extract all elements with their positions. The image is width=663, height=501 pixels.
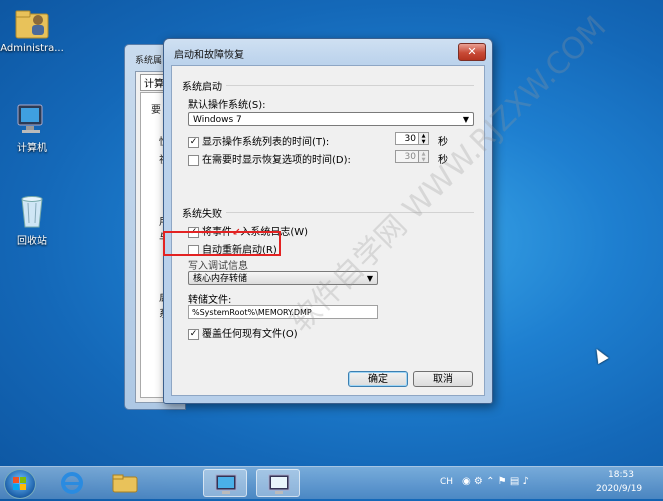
monitor-icon: [268, 474, 290, 494]
checkbox-label: 在需要时显示恢复选项的时间(D):: [202, 155, 351, 166]
mouse-cursor-icon: [591, 345, 609, 365]
spin-arrows-icon[interactable]: ▲ ▼: [419, 132, 429, 145]
settings-icon[interactable]: ⚙: [474, 476, 483, 487]
close-button[interactable]: ✕: [458, 43, 486, 61]
clock-time[interactable]: 18:53: [608, 470, 634, 480]
recycle-bin-icon: [21, 196, 43, 228]
group-title: 系统失败: [182, 205, 226, 220]
overwrite-checkbox[interactable]: ✓: [188, 328, 199, 340]
debug-info-label: 写入调试信息: [188, 261, 248, 272]
window-title: 系统属: [135, 56, 163, 66]
folder-icon: [112, 474, 138, 493]
help-icon[interactable]: ◉: [462, 476, 471, 487]
highlight-box: [163, 231, 281, 256]
checkbox-label: 显示操作系统列表的时间(T):: [202, 137, 330, 148]
chevron-down-icon: ▼: [366, 274, 373, 283]
ok-button[interactable]: 确定: [348, 371, 408, 387]
flag-icon[interactable]: ⚑: [498, 476, 507, 487]
default-os-label: 默认操作系统(S):: [188, 100, 266, 111]
show-recovery-seconds[interactable]: 30: [395, 150, 419, 163]
show-recovery-checkbox[interactable]: [188, 154, 199, 166]
volume-icon[interactable]: ♪: [522, 476, 528, 487]
start-button[interactable]: [4, 469, 36, 499]
show-recovery-row[interactable]: 在需要时显示恢复选项的时间(D):: [188, 151, 351, 166]
show-os-list-row[interactable]: ✓ 显示操作系统列表的时间(T):: [188, 133, 329, 148]
taskbar-dialog-button[interactable]: [256, 469, 300, 497]
system-startup-group: 系统启动 默认操作系统(S): Windows 7 ▼ ✓ 显示操作系统列表的时间…: [182, 78, 474, 196]
overwrite-row[interactable]: ✓ 覆盖任何现有文件(O): [188, 325, 298, 340]
cancel-button[interactable]: 取消: [413, 371, 473, 387]
seconds-unit: 秒: [438, 155, 448, 166]
spin-arrows-icon[interactable]: ▲ ▼: [419, 150, 429, 163]
desktop-icon-recycle-bin[interactable]: 回收站: [0, 193, 64, 247]
chevron-up-icon[interactable]: ⌃: [486, 476, 494, 487]
chevron-down-icon: ▼: [462, 115, 469, 124]
group-title: 系统启动: [182, 78, 226, 93]
windows-logo-icon: [13, 477, 26, 490]
default-os-select[interactable]: Windows 7 ▼: [188, 112, 474, 126]
desktop-icon-label: 回收站: [17, 236, 47, 247]
taskbar-system-button[interactable]: [203, 469, 247, 497]
taskbar-ie-button[interactable]: [50, 469, 94, 497]
system-properties-icon: [215, 474, 237, 494]
startup-recovery-dialog[interactable]: 启动和故障恢复 ✕ 系统启动 默认操作系统(S): Windows 7 ▼ ✓ 显…: [163, 38, 493, 404]
show-os-list-checkbox[interactable]: ✓: [188, 136, 199, 148]
computer-icon: [17, 104, 43, 133]
dump-file-input[interactable]: %SystemRoot%\MEMORY.DMP: [188, 305, 378, 319]
desktop-icon-administrator[interactable]: Administra...: [0, 6, 64, 54]
taskbar-explorer-button[interactable]: [103, 469, 147, 497]
checkbox-label: 覆盖任何现有文件(O): [202, 329, 298, 340]
internet-explorer-icon: [61, 472, 83, 494]
text-fragment: 要: [151, 105, 161, 116]
language-indicator[interactable]: CH: [440, 477, 453, 487]
taskbar: CH ◉ ⚙ ⌃ ⚑ ▤ ♪ 18:53 2020/9/19: [0, 466, 663, 499]
network-icon[interactable]: ▤: [510, 476, 519, 487]
desktop-icon-computer[interactable]: 计算机: [0, 102, 64, 154]
user-folder-icon: [15, 10, 49, 39]
seconds-unit: 秒: [438, 137, 448, 148]
desktop-icon-label: Administra...: [0, 43, 64, 54]
dialog-title: 启动和故障恢复: [174, 50, 244, 61]
dump-file-label: 转储文件:: [188, 295, 232, 306]
tray-icons[interactable]: ◉ ⚙ ⌃ ⚑ ▤ ♪: [462, 476, 529, 487]
desktop-icon-label: 计算机: [17, 143, 47, 154]
show-os-list-seconds[interactable]: 30: [395, 132, 419, 145]
clock-date[interactable]: 2020/9/19: [596, 484, 642, 494]
debug-type-select[interactable]: 核心内存转储 ▼: [188, 271, 378, 285]
